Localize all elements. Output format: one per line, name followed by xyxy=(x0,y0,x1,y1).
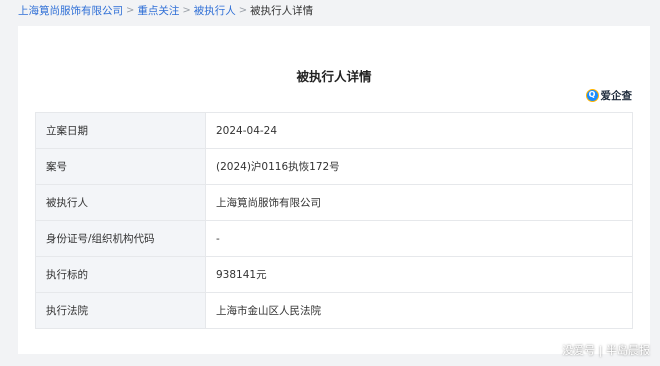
row-label: 案号 xyxy=(35,148,206,185)
table-row-id-code: 身份证号/组织机构代码 - xyxy=(35,220,633,257)
breadcrumb-company-link[interactable]: 上海筧尚服饰有限公司 xyxy=(18,3,123,18)
row-value: 上海筧尚服饰有限公司 xyxy=(205,184,633,221)
breadcrumb-focus-link[interactable]: 重点关注 xyxy=(137,3,179,18)
breadcrumb-executed-person-link[interactable]: 被执行人 xyxy=(194,3,236,18)
watermark: 没爱号 | 半岛晨报 xyxy=(562,344,650,357)
breadcrumb-separator: > xyxy=(182,4,191,16)
row-label: 被执行人 xyxy=(35,184,206,221)
row-value: - xyxy=(205,220,633,257)
row-label: 执行标的 xyxy=(35,256,206,293)
breadcrumb-current: 被执行人详情 xyxy=(250,4,314,17)
row-label: 执行法院 xyxy=(35,292,206,329)
page-title: 被执行人详情 xyxy=(296,69,372,84)
aiqicha-logo-text: 爱企查 xyxy=(600,89,633,102)
row-label: 立案日期 xyxy=(35,112,206,149)
breadcrumb-separator: > xyxy=(238,4,248,16)
detail-table: 立案日期 2024-04-24 案号 (2024)沪0116执恢172号 被执行… xyxy=(35,112,633,329)
table-row-filing-date: 立案日期 2024-04-24 xyxy=(35,112,633,149)
row-value: 上海市金山区人民法院 xyxy=(205,292,633,329)
table-row-case-number: 案号 (2024)沪0116执恢172号 xyxy=(35,148,633,185)
row-value: (2024)沪0116执恢172号 xyxy=(205,148,633,185)
aiqicha-logo-icon: Q xyxy=(585,88,599,102)
row-value: 2024-04-24 xyxy=(205,112,633,149)
breadcrumb: 上海筧尚服饰有限公司 > 重点关注 > 被执行人 > 被执行人详情 xyxy=(18,2,313,18)
aiqicha-logo: Q 爱企查 xyxy=(585,88,633,102)
table-row-executing-court: 执行法院 上海市金山区人民法院 xyxy=(35,292,633,329)
row-label: 身份证号/组织机构代码 xyxy=(35,220,206,257)
table-row-execution-amount: 执行标的 938141元 xyxy=(35,256,633,293)
row-value: 938141元 xyxy=(205,256,633,293)
breadcrumb-separator: > xyxy=(126,4,135,16)
detail-card: 被执行人详情 Q 爱企查 立案日期 2024-04-24 案号 (2024)沪0… xyxy=(18,26,650,354)
table-row-executed-person: 被执行人 上海筧尚服饰有限公司 xyxy=(35,184,633,221)
